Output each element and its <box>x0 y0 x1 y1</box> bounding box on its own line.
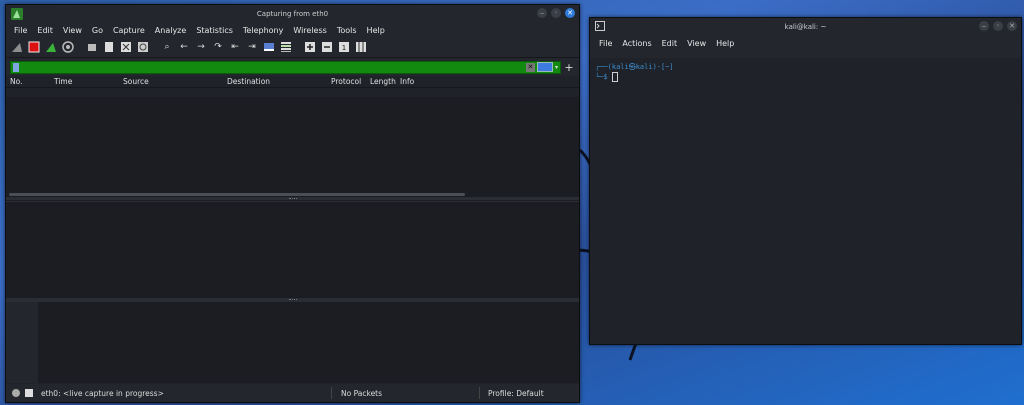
stop-icon[interactable] <box>27 40 41 54</box>
find-icon[interactable]: ⌕ <box>160 40 174 54</box>
column-info[interactable]: Info <box>400 77 414 86</box>
colorize-icon[interactable] <box>279 40 293 54</box>
restart-icon[interactable] <box>44 40 58 54</box>
column-destination[interactable]: Destination <box>227 77 331 86</box>
status-profile[interactable]: Profile: Default <box>488 389 544 398</box>
menu-help[interactable]: Help <box>362 26 390 35</box>
menu-analyze[interactable]: Analyze <box>150 26 192 35</box>
status-packets: No Packets <box>341 388 383 398</box>
packet-list-header: No. Time Source Destination Protocol Len… <box>6 76 579 88</box>
column-no[interactable]: No. <box>6 77 54 86</box>
terminal-menu-view[interactable]: View <box>682 39 711 48</box>
display-filter-field: ✕ ▾ <box>10 60 561 74</box>
packet-bytes-pane[interactable] <box>6 301 579 383</box>
display-filter-input[interactable] <box>19 61 526 73</box>
menu-go[interactable]: Go <box>87 26 108 35</box>
terminal-titlebar[interactable]: kali@kali: ~ ‒ ◦ ✕ <box>590 18 1021 36</box>
options-gear-icon[interactable] <box>61 40 75 54</box>
back-arrow-icon[interactable]: ← <box>177 40 191 54</box>
last-packet-icon[interactable]: ⇥ <box>245 40 259 54</box>
menu-telephony[interactable]: Telephony <box>238 26 288 35</box>
terminal-menu-file[interactable]: File <box>594 39 617 48</box>
close-file-icon[interactable] <box>119 40 133 54</box>
menu-view[interactable]: View <box>58 26 87 35</box>
terminal-menu-edit[interactable]: Edit <box>657 39 683 48</box>
normal-size-icon[interactable]: 1 <box>337 40 351 54</box>
save-file-icon[interactable] <box>102 40 116 54</box>
column-time[interactable]: Time <box>54 77 123 86</box>
shark-fin-icon[interactable] <box>10 40 24 54</box>
terminal-minimize-button[interactable]: ‒ <box>979 21 989 31</box>
main-toolbar: ⌕ ← → ↷ ⇤ ⇥ 1 <box>6 37 579 58</box>
packet-list-scrollbar[interactable] <box>9 193 465 196</box>
capture-status-icon[interactable] <box>12 389 20 397</box>
terminal-menubar: File Actions Edit View Help <box>590 36 1021 51</box>
goto-icon[interactable]: ↷ <box>211 40 225 54</box>
capture-comment-icon[interactable] <box>25 389 33 397</box>
bytes-offset-gutter <box>6 302 38 383</box>
terminal-close-button[interactable]: ✕ <box>1007 21 1017 31</box>
terminal-menu-help[interactable]: Help <box>711 39 739 48</box>
zoom-in-icon[interactable] <box>303 40 317 54</box>
packet-details-pane[interactable] <box>6 201 579 299</box>
menu-capture[interactable]: Capture <box>108 26 150 35</box>
column-length[interactable]: Length <box>370 77 400 86</box>
open-file-icon[interactable] <box>85 40 99 54</box>
terminal-window: kali@kali: ~ ‒ ◦ ✕ File Actions Edit Vie… <box>589 17 1022 345</box>
text-cursor <box>611 72 618 82</box>
menu-wireless[interactable]: Wireless <box>288 26 331 35</box>
zoom-out-icon[interactable] <box>320 40 334 54</box>
wireshark-window: Capturing from eth0 ‒ ◦ ✕ File Edit View… <box>5 4 580 403</box>
menu-statistics[interactable]: Statistics <box>191 26 238 35</box>
window-title: Capturing from eth0 <box>256 10 329 18</box>
status-interface: eth0: <live capture in progress> <box>41 388 164 398</box>
column-protocol[interactable]: Protocol <box>331 77 370 86</box>
menu-tools[interactable]: Tools <box>332 26 362 35</box>
terminal-title: kali@kali: ~ <box>784 23 827 31</box>
status-bar: eth0: <live capture in progress> No Pack… <box>6 384 579 402</box>
menubar: File Edit View Go Capture Analyze Statis… <box>6 23 579 37</box>
menu-edit[interactable]: Edit <box>32 26 58 35</box>
resize-columns-icon[interactable] <box>354 40 368 54</box>
menu-file[interactable]: File <box>9 26 32 35</box>
terminal-menu-actions[interactable]: Actions <box>617 39 656 48</box>
wireshark-titlebar[interactable]: Capturing from eth0 ‒ ◦ ✕ <box>6 5 579 23</box>
autoscroll-icon[interactable] <box>262 40 276 54</box>
filter-dropdown-icon[interactable]: ▾ <box>555 64 558 71</box>
apply-filter-icon[interactable] <box>536 62 553 72</box>
terminal-output[interactable]: ┌──(kali㉿kali)-[~] └─$ <box>590 58 1021 344</box>
reload-icon[interactable] <box>136 40 150 54</box>
prompt-symbol: └─$ <box>595 73 608 81</box>
prompt-header: ┌──(kali㉿kali)-[~] <box>595 63 674 71</box>
packet-list-pane[interactable] <box>6 97 579 205</box>
terminal-maximize-button[interactable]: ◦ <box>993 21 1003 31</box>
svg-text:1: 1 <box>342 44 346 52</box>
add-filter-button[interactable]: + <box>563 61 575 74</box>
first-packet-icon[interactable]: ⇤ <box>228 40 242 54</box>
close-button[interactable]: ✕ <box>565 8 575 18</box>
minimize-button[interactable]: ‒ <box>537 8 547 18</box>
forward-arrow-icon[interactable]: → <box>194 40 208 54</box>
pane-splitter-1[interactable] <box>6 197 579 200</box>
clear-filter-icon[interactable]: ✕ <box>525 62 535 72</box>
column-source[interactable]: Source <box>123 77 227 86</box>
maximize-button[interactable]: ◦ <box>551 8 561 18</box>
display-filter-bar: ✕ ▾ + <box>6 58 579 76</box>
